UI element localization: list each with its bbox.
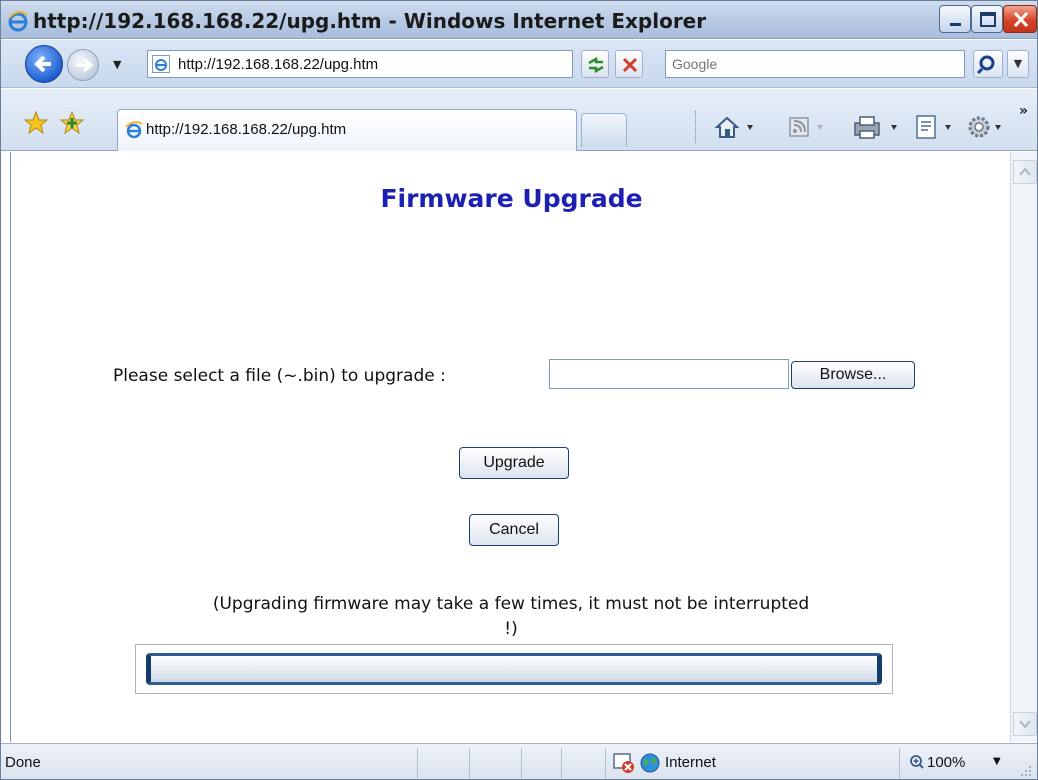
title-bar: http://192.168.168.22/upg.htm - Windows … bbox=[1, 1, 1037, 39]
add-favorites-icon[interactable] bbox=[59, 110, 85, 136]
zoom-icon[interactable] bbox=[909, 754, 925, 770]
page-menu-button[interactable] bbox=[913, 113, 963, 141]
close-icon bbox=[1013, 11, 1029, 28]
search-button[interactable] bbox=[973, 50, 1003, 78]
ie-logo-icon bbox=[8, 11, 28, 32]
more-commands-chevron[interactable]: » bbox=[1019, 103, 1028, 119]
security-zone-label: Internet bbox=[665, 754, 716, 771]
upgrade-progress-bar bbox=[146, 653, 882, 685]
status-divider bbox=[561, 748, 562, 778]
search-icon bbox=[976, 55, 995, 75]
progress-frame bbox=[135, 644, 893, 694]
upgrade-button[interactable]: Upgrade bbox=[459, 447, 569, 479]
tab-current[interactable]: http://192.168.168.22/upg.htm bbox=[117, 109, 577, 151]
scroll-down-button[interactable] bbox=[1013, 712, 1037, 736]
stop-icon bbox=[622, 57, 638, 73]
toolbar-separator bbox=[695, 111, 697, 143]
upgrade-warning-note: (Upgrading firmware may take a few times… bbox=[212, 594, 810, 639]
status-text: Done bbox=[5, 754, 41, 771]
zoom-level[interactable]: 100% bbox=[927, 754, 965, 771]
browse-button[interactable]: Browse... bbox=[791, 361, 915, 389]
ie-page-icon bbox=[125, 121, 143, 139]
file-path-input[interactable] bbox=[549, 359, 789, 389]
maximize-icon bbox=[980, 12, 996, 27]
print-button[interactable] bbox=[851, 113, 907, 141]
tools-menu-button[interactable] bbox=[965, 113, 1015, 141]
window-title: http://192.168.168.22/upg.htm - Windows … bbox=[33, 9, 707, 33]
browser-window: http://192.168.168.22/upg.htm - Windows … bbox=[0, 0, 1038, 780]
back-arrow-icon bbox=[34, 55, 51, 73]
tab-label: http://192.168.168.22/upg.htm bbox=[146, 121, 347, 138]
status-divider bbox=[469, 748, 470, 778]
search-input[interactable] bbox=[666, 51, 964, 77]
cancel-button[interactable]: Cancel bbox=[469, 514, 559, 546]
vertical-scrollbar[interactable] bbox=[1010, 152, 1037, 742]
feeds-button[interactable] bbox=[785, 113, 829, 141]
address-url: http://192.168.168.22/upg.htm bbox=[178, 56, 379, 73]
home-button[interactable] bbox=[713, 113, 763, 141]
search-field[interactable] bbox=[665, 50, 965, 78]
tab-bar: http://192.168.168.22/upg.htm » bbox=[1, 89, 1037, 151]
page-favicon-icon bbox=[152, 55, 170, 73]
address-field[interactable]: http://192.168.168.22/upg.htm bbox=[147, 50, 710, 78]
status-divider bbox=[417, 748, 418, 778]
forward-button[interactable] bbox=[67, 49, 99, 81]
favorites-star-icon[interactable] bbox=[23, 110, 49, 136]
status-divider bbox=[521, 748, 522, 778]
popup-blocked-icon[interactable] bbox=[613, 752, 635, 774]
page-title: Firmware Upgrade bbox=[380, 184, 643, 213]
new-tab-button[interactable] bbox=[581, 113, 627, 147]
search-options-dropdown[interactable]: ▼ bbox=[1007, 50, 1029, 78]
resize-grip-icon[interactable] bbox=[1017, 762, 1033, 778]
chevron-up-icon bbox=[1019, 167, 1031, 176]
recent-pages-dropdown[interactable]: ▼ bbox=[113, 58, 121, 71]
refresh-button[interactable] bbox=[581, 50, 609, 78]
page-content: Firmware Upgrade Please select a file (~… bbox=[10, 152, 1011, 742]
forward-arrow-icon bbox=[76, 57, 94, 73]
chevron-down-icon bbox=[1019, 720, 1031, 729]
zoom-dropdown[interactable]: ▼ bbox=[993, 756, 1001, 767]
status-divider bbox=[605, 748, 606, 778]
status-divider bbox=[899, 748, 900, 778]
page-icon bbox=[916, 115, 936, 139]
minimize-button[interactable] bbox=[939, 5, 971, 33]
minimize-icon bbox=[950, 23, 961, 26]
close-button[interactable] bbox=[1003, 5, 1037, 33]
file-select-label: Please select a file (~.bin) to upgrade … bbox=[113, 366, 446, 386]
navigation-bar: ▼ http://192.168.168.22/upg.htm Google ▼ bbox=[1, 40, 1037, 88]
maximize-button[interactable] bbox=[971, 5, 1003, 33]
refresh-icon bbox=[588, 56, 604, 74]
stop-button[interactable] bbox=[615, 50, 643, 78]
internet-zone-globe-icon bbox=[640, 753, 660, 773]
scroll-up-button[interactable] bbox=[1013, 160, 1037, 184]
status-bar: Done Internet 100% ▼ bbox=[1, 743, 1037, 779]
back-button[interactable] bbox=[25, 45, 63, 83]
